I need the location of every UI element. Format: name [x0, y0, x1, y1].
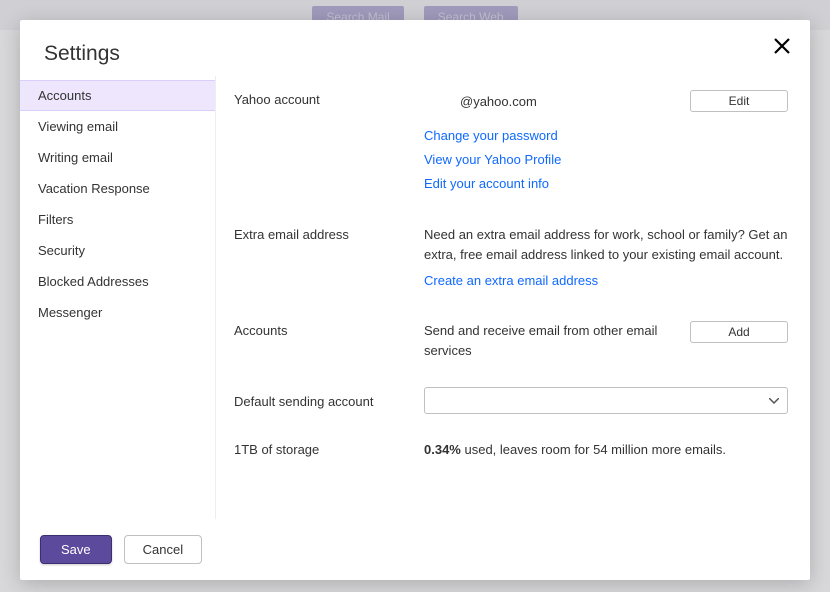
accounts-label: Accounts [234, 321, 424, 338]
edit-account-button[interactable]: Edit [690, 90, 788, 112]
sidebar-item-label: Writing email [38, 150, 113, 165]
sidebar-item-label: Vacation Response [38, 181, 150, 196]
sidebar-item-label: Viewing email [38, 119, 118, 134]
add-account-button[interactable]: Add [690, 321, 788, 343]
sidebar-item-writing-email[interactable]: Writing email [20, 142, 215, 173]
save-button[interactable]: Save [40, 535, 112, 564]
edit-account-info-link[interactable]: Edit your account info [424, 174, 788, 194]
extra-email-label: Extra email address [234, 225, 424, 242]
sidebar-item-vacation-response[interactable]: Vacation Response [20, 173, 215, 204]
sidebar: Accounts Viewing email Writing email Vac… [20, 76, 215, 519]
default-sending-select[interactable] [424, 387, 788, 414]
storage-text: used, leaves room for 54 million more em… [461, 442, 726, 457]
settings-content: Yahoo account @yahoo.com Edit Change you… [215, 76, 810, 519]
sidebar-item-label: Security [38, 243, 85, 258]
default-sending-section: Default sending account [234, 387, 788, 414]
sidebar-item-label: Accounts [38, 88, 91, 103]
sidebar-item-label: Blocked Addresses [38, 274, 149, 289]
sidebar-item-blocked-addresses[interactable]: Blocked Addresses [20, 266, 215, 297]
accounts-desc: Send and receive email from other email … [424, 321, 690, 361]
sidebar-item-label: Messenger [38, 305, 102, 320]
yahoo-account-label: Yahoo account [234, 90, 424, 107]
sidebar-item-messenger[interactable]: Messenger [20, 297, 215, 328]
create-extra-email-link[interactable]: Create an extra email address [424, 271, 788, 291]
modal-title: Settings [44, 42, 786, 66]
close-icon [773, 37, 791, 55]
close-button[interactable] [770, 34, 794, 58]
sidebar-item-label: Filters [38, 212, 73, 227]
extra-email-desc: Need an extra email address for work, sc… [424, 225, 788, 265]
cancel-button[interactable]: Cancel [124, 535, 202, 564]
settings-modal: Settings Accounts Viewing email Writing … [20, 20, 810, 580]
default-sending-label: Default sending account [234, 392, 424, 409]
storage-section: 1TB of storage 0.34% used, leaves room f… [234, 440, 788, 460]
modal-header: Settings [20, 20, 810, 76]
sidebar-item-accounts[interactable]: Accounts [20, 80, 215, 111]
storage-label: 1TB of storage [234, 440, 424, 457]
accounts-section: Accounts Send and receive email from oth… [234, 321, 788, 361]
account-email: @yahoo.com [424, 90, 537, 112]
yahoo-account-section: Yahoo account @yahoo.com Edit Change you… [234, 90, 788, 199]
change-password-link[interactable]: Change your password [424, 126, 788, 146]
sidebar-item-viewing-email[interactable]: Viewing email [20, 111, 215, 142]
extra-email-section: Extra email address Need an extra email … [234, 225, 788, 295]
storage-percent: 0.34% [424, 442, 461, 457]
sidebar-item-filters[interactable]: Filters [20, 204, 215, 235]
view-profile-link[interactable]: View your Yahoo Profile [424, 150, 788, 170]
modal-footer: Save Cancel [20, 519, 810, 580]
sidebar-item-security[interactable]: Security [20, 235, 215, 266]
modal-body: Accounts Viewing email Writing email Vac… [20, 76, 810, 519]
